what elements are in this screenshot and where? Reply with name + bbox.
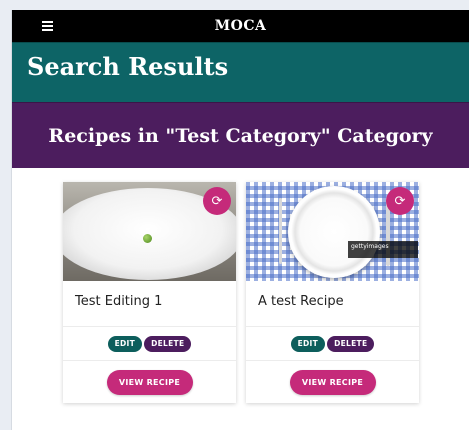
sync-icon[interactable]: ⟳ — [386, 187, 414, 215]
brand-logo[interactable]: MOCA — [215, 18, 267, 34]
plate-shape — [288, 186, 380, 278]
delete-button[interactable]: DELETE — [144, 335, 192, 352]
view-recipe-button[interactable]: VIEW RECIPE — [106, 369, 193, 395]
navbar: MOCA — [12, 10, 469, 42]
sync-icon[interactable]: ⟳ — [203, 187, 231, 215]
delete-button[interactable]: DELETE — [327, 335, 375, 352]
fork-shape — [279, 198, 282, 264]
recipe-actions: EDIT DELETE — [63, 327, 236, 361]
recipe-title: Test Editing 1 — [63, 281, 236, 327]
image-watermark: gettyimages — [348, 241, 418, 258]
hamburger-icon[interactable] — [42, 21, 53, 31]
category-heading: Recipes in "Test Category" Category — [48, 124, 433, 147]
recipe-footer: VIEW RECIPE — [63, 361, 236, 403]
pea-shape — [143, 234, 152, 243]
recipe-card-list: ⟳ Test Editing 1 EDIT DELETE VIEW RECIPE… — [63, 182, 419, 403]
page-frame: MOCA Search Results Recipes in "Test Cat… — [11, 10, 469, 430]
edit-button[interactable]: EDIT — [290, 335, 326, 352]
view-recipe-button[interactable]: VIEW RECIPE — [289, 369, 376, 395]
recipe-card: gettyimages ⟳ A test Recipe EDIT DELETE … — [246, 182, 419, 403]
category-banner: Recipes in "Test Category" Category — [12, 102, 469, 168]
page-title: Search Results — [27, 52, 229, 81]
search-results-header: Search Results — [12, 42, 469, 102]
recipe-image: gettyimages ⟳ — [246, 182, 419, 281]
recipe-title: A test Recipe — [246, 281, 419, 327]
recipe-actions: EDIT DELETE — [246, 327, 419, 361]
edit-button[interactable]: EDIT — [107, 335, 143, 352]
recipe-card: ⟳ Test Editing 1 EDIT DELETE VIEW RECIPE — [63, 182, 236, 403]
recipe-image: ⟳ — [63, 182, 236, 281]
recipe-footer: VIEW RECIPE — [246, 361, 419, 403]
